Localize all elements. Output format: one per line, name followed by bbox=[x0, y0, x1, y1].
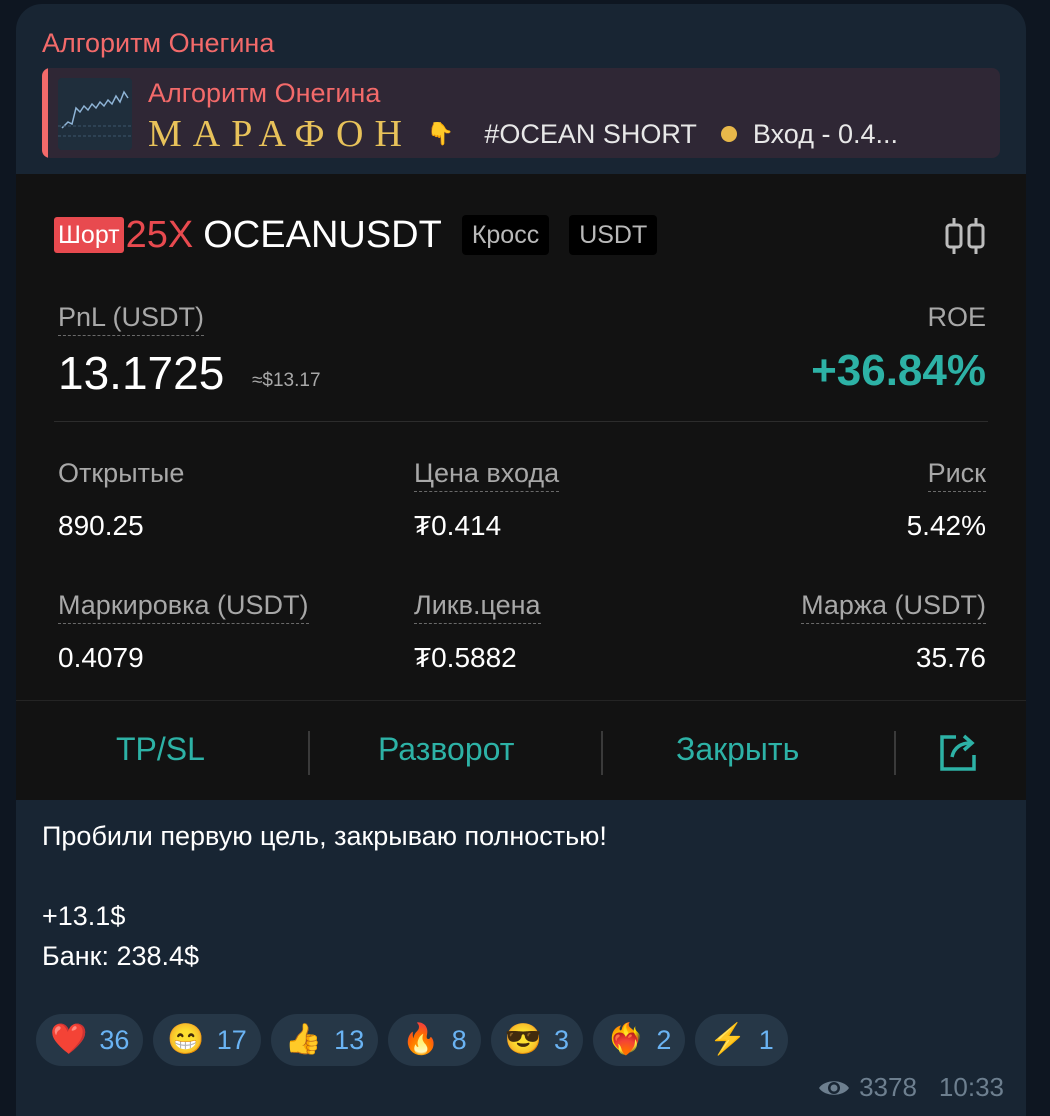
reaction-thumbs-up[interactable]: 👍 13 bbox=[270, 1014, 379, 1066]
pnl-label: PnL (USDT) bbox=[58, 302, 205, 336]
reaction-count: 13 bbox=[334, 1024, 365, 1055]
risk-value: 5.42% bbox=[906, 510, 986, 541]
action-separator bbox=[601, 731, 603, 775]
open-label: Открытые bbox=[58, 458, 185, 488]
reaction-count: 1 bbox=[758, 1024, 774, 1055]
action-separator bbox=[308, 731, 310, 775]
reaction-count: 2 bbox=[656, 1024, 672, 1055]
close-position-button[interactable]: Закрыть bbox=[676, 731, 799, 768]
lightning-icon: ⚡ bbox=[709, 1023, 747, 1056]
heart-icon: ❤️ bbox=[50, 1023, 88, 1056]
liq-price-value: ₮0.5882 bbox=[414, 642, 517, 673]
entry-price-label: Цена входа bbox=[414, 458, 560, 492]
message-line: Банк: 238.4$ bbox=[42, 941, 200, 971]
reaction-grin[interactable]: 😁 17 bbox=[153, 1014, 261, 1066]
message-time: 10:33 bbox=[938, 1072, 1004, 1102]
eye-icon bbox=[819, 1080, 850, 1095]
reaction-heart-on-fire[interactable]: ❤️‍🔥 2 bbox=[593, 1014, 686, 1066]
position-actions: TP/SL Разворот Закрыть bbox=[16, 701, 1026, 801]
thumbs-up-icon: 👍 bbox=[284, 1023, 323, 1056]
position-card-image[interactable]: Шорт 25X OCEANUSDT Кросс USDT PnL (USDT)… bbox=[16, 174, 1026, 800]
margin-value: 35.76 bbox=[915, 642, 986, 673]
candlestick-icon bbox=[942, 216, 988, 261]
sunglasses-icon: 😎 bbox=[504, 1023, 542, 1056]
message-meta: 3378 10:33 bbox=[817, 1072, 1004, 1103]
roe-value: +36.84% bbox=[811, 346, 986, 395]
reaction-count: 3 bbox=[553, 1024, 569, 1055]
reaction-sunglasses[interactable]: 😎 3 bbox=[490, 1014, 583, 1066]
settle-tag: USDT bbox=[569, 215, 658, 255]
pnl-value: 13.1725 bbox=[58, 347, 225, 399]
heart-on-fire-icon: ❤️‍🔥 bbox=[607, 1023, 645, 1056]
action-separator bbox=[894, 731, 896, 775]
mark-price-label: Маркировка (USDT) bbox=[58, 590, 309, 624]
reply-preview[interactable]: Алгоритм Онегина МАРАФОН 👇 #OCEAN SHORT … bbox=[42, 68, 1000, 158]
open-value: 890.25 bbox=[58, 510, 144, 541]
reply-accent-bar bbox=[42, 68, 48, 158]
pointing-down-icon: 👇 bbox=[426, 121, 455, 146]
reaction-fire[interactable]: 🔥 8 bbox=[388, 1014, 481, 1066]
reactions-bar: ❤️ 36 😁 17 👍 13 🔥 8 😎 3 ❤️‍🔥 2 ⚡ 1 bbox=[36, 1014, 798, 1066]
message-line: Пробили первую цель, закрываю полностью! bbox=[42, 821, 607, 851]
reply-entry: Вход - 0.4... bbox=[752, 118, 898, 149]
entry-price-value: ₮0.414 bbox=[414, 510, 502, 541]
margin-label: Маржа (USDT) bbox=[801, 590, 986, 624]
fire-icon: 🔥 bbox=[402, 1023, 440, 1056]
reply-text: МАРАФОН 👇 #OCEAN SHORT Вход - 0.4... bbox=[148, 114, 988, 154]
view-count: 3378 bbox=[859, 1072, 917, 1102]
reply-title: Алгоритм Онегина bbox=[148, 78, 381, 108]
message-bubble: Алгоритм Онегина Алгоритм Онегина МАРАФО… bbox=[16, 4, 1026, 1116]
channel-name[interactable]: Алгоритм Онегина bbox=[42, 28, 274, 59]
reaction-heart[interactable]: ❤️ 36 bbox=[36, 1014, 144, 1066]
side-badge: Шорт bbox=[54, 217, 124, 253]
message-line: +13.1$ bbox=[42, 901, 126, 931]
symbol: OCEANUSDT bbox=[203, 213, 442, 256]
divider bbox=[54, 421, 988, 422]
grin-icon: 😁 bbox=[167, 1023, 205, 1056]
reaction-count: 36 bbox=[99, 1024, 130, 1055]
message-text: Пробили первую цель, закрываю полностью!… bbox=[42, 816, 607, 976]
position-header: Шорт 25X OCEANUSDT Кросс USDT bbox=[54, 210, 658, 260]
share-icon[interactable] bbox=[936, 731, 980, 780]
tpsl-button[interactable]: TP/SL bbox=[116, 731, 205, 768]
risk-label: Риск bbox=[927, 458, 986, 492]
reverse-button[interactable]: Разворот bbox=[378, 731, 514, 768]
roe-label: ROE bbox=[927, 302, 986, 332]
reaction-lightning[interactable]: ⚡ 1 bbox=[695, 1014, 788, 1066]
reply-hashtag: #OCEAN SHORT bbox=[484, 118, 697, 149]
yellow-circle-icon bbox=[720, 126, 737, 142]
mark-price-value: 0.4079 bbox=[58, 642, 144, 673]
reaction-count: 17 bbox=[216, 1024, 247, 1055]
reply-thumbnail bbox=[58, 78, 132, 150]
reaction-count: 8 bbox=[451, 1024, 467, 1055]
marathon-title: МАРАФОН bbox=[148, 114, 413, 154]
pnl-usd: ≈$13.17 bbox=[252, 370, 321, 391]
margin-mode-tag: Кросс bbox=[461, 215, 550, 255]
leverage: 25X bbox=[125, 213, 194, 256]
liq-price-label: Ликв.цена bbox=[414, 590, 541, 624]
